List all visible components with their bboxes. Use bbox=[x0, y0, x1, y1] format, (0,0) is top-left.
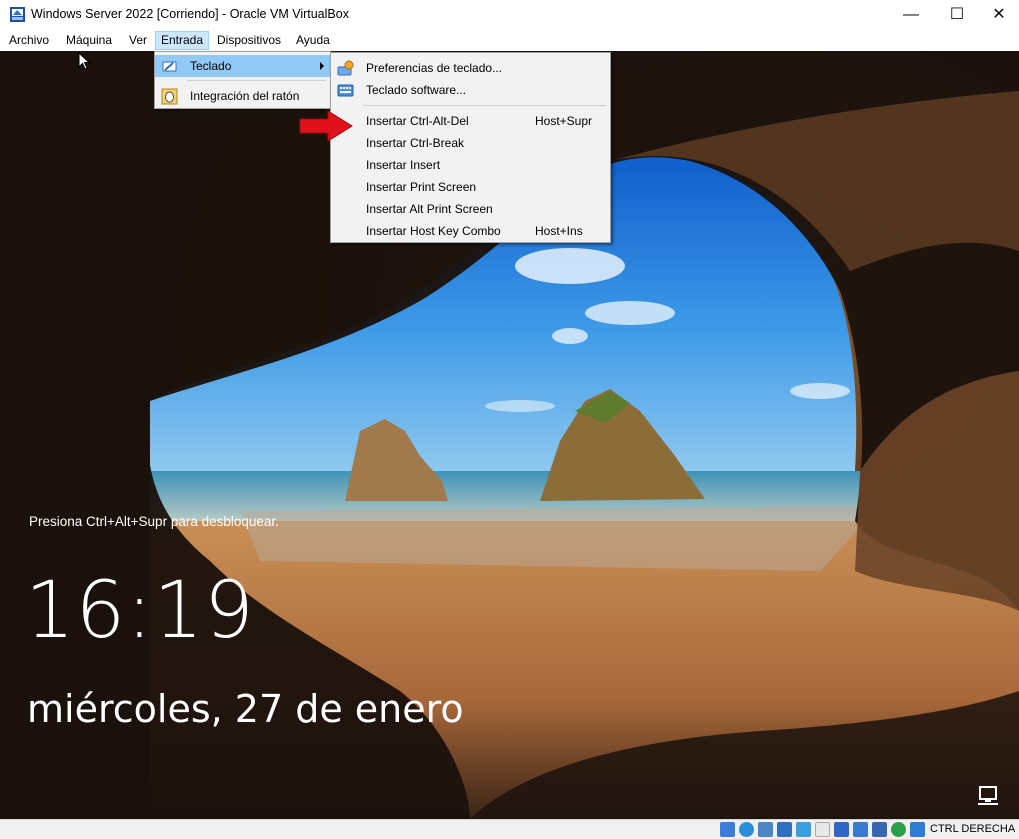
menu-item-insertar-ctrl-alt-del[interactable]: Insertar Ctrl-Alt-Del Host+Supr bbox=[331, 110, 610, 132]
display-icon[interactable] bbox=[834, 822, 849, 837]
network-status-icon[interactable] bbox=[972, 785, 1004, 813]
entrada-menu: Teclado Integración del ratón bbox=[154, 51, 331, 109]
menu-item-insertar-print-screen[interactable]: Insertar Print Screen bbox=[331, 176, 610, 198]
menu-ayuda[interactable]: Ayuda bbox=[291, 31, 335, 50]
menu-item-label: Insertar Insert bbox=[366, 158, 441, 172]
recording-icon[interactable] bbox=[853, 822, 868, 837]
menu-item-label: Insertar Ctrl-Break bbox=[366, 136, 465, 150]
menu-item-insertar-insert[interactable]: Insertar Insert bbox=[331, 154, 610, 176]
close-button[interactable]: ✕ bbox=[979, 0, 1019, 30]
audio-icon[interactable] bbox=[758, 822, 773, 837]
minimize-button[interactable]: — bbox=[888, 0, 934, 30]
keyboard-capture-icon[interactable] bbox=[910, 822, 925, 837]
mouse-pointer-icon bbox=[78, 52, 90, 70]
menu-maquina[interactable]: Máquina bbox=[61, 31, 117, 50]
menu-ver[interactable]: Ver bbox=[124, 31, 152, 50]
menu-item-insertar-host-key-combo[interactable]: Insertar Host Key Combo Host+Ins bbox=[331, 220, 610, 242]
virtualbox-app-icon bbox=[10, 7, 25, 22]
mouse-integration-icon bbox=[161, 88, 178, 105]
lock-screen-date: miércoles, 27 de enero bbox=[27, 687, 464, 731]
menu-item-label: Integración del ratón bbox=[190, 89, 300, 103]
menu-item-label: Insertar Ctrl-Alt-Del bbox=[366, 114, 469, 128]
menu-item-insertar-ctrl-break[interactable]: Insertar Ctrl-Break bbox=[331, 132, 610, 154]
soft-keyboard-icon bbox=[337, 84, 354, 97]
menu-item-label: Teclado software... bbox=[366, 83, 467, 97]
menu-entrada[interactable]: Entrada bbox=[155, 31, 210, 50]
keyboard-pen-icon bbox=[162, 61, 177, 72]
window-title: Windows Server 2022 [Corriendo] - Oracle… bbox=[31, 7, 349, 21]
optical-drive-icon[interactable] bbox=[739, 822, 754, 837]
title-bar[interactable]: Windows Server 2022 [Corriendo] - Oracle… bbox=[0, 0, 1019, 30]
status-bar: CTRL DERECHA bbox=[0, 819, 1019, 839]
menu-item-label: Insertar Host Key Combo bbox=[366, 224, 501, 238]
menu-item-label: Teclado bbox=[190, 59, 232, 73]
shared-folder-icon[interactable] bbox=[815, 822, 830, 837]
lock-screen-time: 16:19 bbox=[25, 566, 255, 656]
menu-item-integracion-raton[interactable]: Integración del ratón bbox=[155, 85, 330, 107]
cpu-icon[interactable] bbox=[872, 822, 887, 837]
menu-item-teclado[interactable]: Teclado bbox=[155, 55, 330, 77]
annotation-arrow-icon bbox=[299, 110, 353, 142]
keyboard-settings-icon bbox=[337, 60, 354, 76]
menu-dispositivos[interactable]: Dispositivos bbox=[212, 31, 286, 50]
submenu-arrow-icon bbox=[320, 62, 324, 70]
usb-icon[interactable] bbox=[796, 822, 811, 837]
menu-separator bbox=[363, 105, 606, 106]
menu-item-label: Preferencias de teclado... bbox=[366, 61, 503, 75]
network-icon[interactable] bbox=[777, 822, 792, 837]
menu-bar: Archivo Máquina Ver Entrada Dispositivos… bbox=[0, 30, 1019, 51]
teclado-submenu: Preferencias de teclado... Teclado softw… bbox=[330, 52, 611, 243]
maximize-button[interactable]: ☐ bbox=[934, 0, 980, 30]
mouse-integration-icon[interactable] bbox=[891, 822, 906, 837]
menu-item-preferencias-teclado[interactable]: Preferencias de teclado... bbox=[331, 57, 610, 79]
menu-item-label: Insertar Print Screen bbox=[366, 180, 477, 194]
menu-item-shortcut: Host+Ins bbox=[535, 224, 583, 238]
menu-item-shortcut: Host+Supr bbox=[535, 114, 593, 128]
menu-item-insertar-alt-print-screen[interactable]: Insertar Alt Print Screen bbox=[331, 198, 610, 220]
lock-screen-hint: Presiona Ctrl+Alt+Supr para desbloquear. bbox=[29, 514, 279, 529]
menu-separator bbox=[187, 80, 326, 81]
menu-item-label: Insertar Alt Print Screen bbox=[366, 202, 493, 216]
host-key-label: CTRL DERECHA bbox=[930, 823, 1016, 835]
menu-archivo[interactable]: Archivo bbox=[4, 31, 54, 50]
menu-item-teclado-software[interactable]: Teclado software... bbox=[331, 79, 610, 101]
hard-disk-icon[interactable] bbox=[720, 822, 735, 837]
virtualbox-window: Windows Server 2022 [Corriendo] - Oracle… bbox=[0, 0, 1019, 839]
